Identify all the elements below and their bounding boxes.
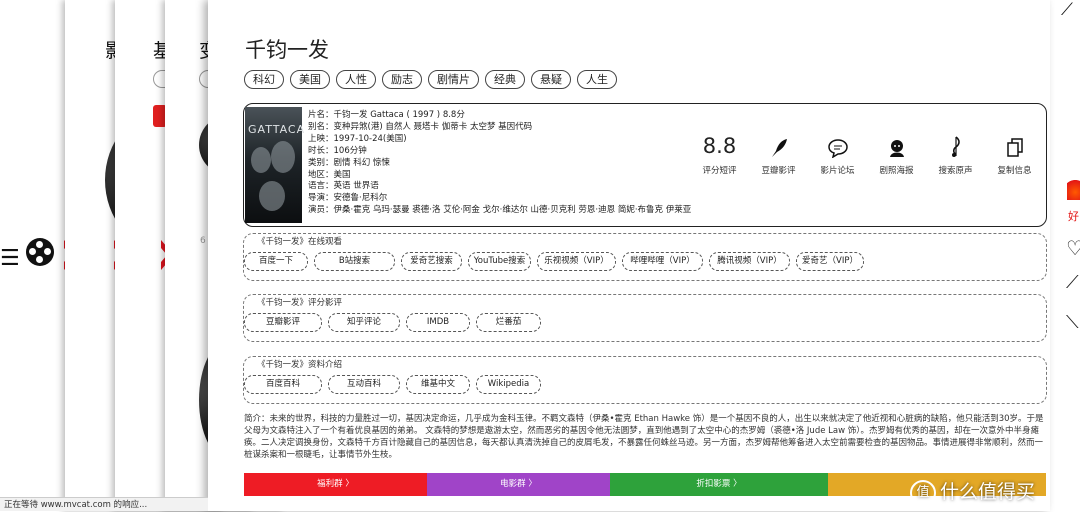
watch-link-button[interactable]: B站搜索 [314,252,395,271]
reference-section: 《千钧一发》资料介绍 百度百科 互动百科 维基中文 Wikipedia [243,356,1047,404]
reference-links: 百度百科 互动百科 维基中文 Wikipedia [244,375,541,394]
watch-link-button[interactable]: 爱奇艺搜索 [401,252,462,271]
copy-info-button[interactable]: 复制信息 [985,104,1044,226]
review-link-button[interactable]: IMDB [406,313,470,332]
action-label: 豆瓣影评 [761,166,796,176]
score-short-review-button[interactable]: 8.8 评分短评 [690,104,749,226]
detail-line: 地区：美国 [308,169,351,180]
watch-link-button[interactable]: 腾讯视频（VIP） [709,252,790,271]
detail-line: 别名：变种异煞(港) 自然人 聂塔卡 伽蒂卡 太空梦 基因代码 [308,121,533,132]
movie-summary: 简介：未来的世界，科技的力量胜过一切，基因决定命运，几乎成为金科玉律。不羁文森特… [244,414,1044,460]
reference-link-button[interactable]: 互动百科 [328,375,400,394]
section-heading: 《千钧一发》在线观看 [257,237,343,247]
detail-line: 上映：1997-10-24(美国) [308,133,407,144]
genre-tags: 科幻 美国 人性 励志 剧情片 经典 悬疑 人生 [244,70,617,89]
portrait-icon [889,140,904,157]
detail-line: 导演：安德鲁·尼科尔 [308,193,388,204]
forum-button[interactable]: 影片论坛 [808,104,867,226]
genre-tag[interactable]: 美国 [290,70,330,89]
stills-posters-button[interactable]: 剧照海报 [867,104,926,226]
detail-line: 演员：伊桑·霍克 乌玛·瑟曼 裘德·洛 艾伦·阿金 戈尔·维达尔 山德·贝克利 … [308,205,692,216]
reference-link-button[interactable]: Wikipedia [476,375,541,394]
watch-online-links: 百度一下 B站搜索 爱奇艺搜索 YouTube搜索 乐视视频（VIP） 哔哩哔哩… [244,252,864,271]
detail-line: 语言：英语 世界语 [308,181,379,192]
fire-icon[interactable] [1067,174,1080,200]
action-label: 剧照海报 [879,166,914,176]
film-reel-icon [26,238,54,266]
heart-icon[interactable]: ♡ [1066,236,1080,260]
genre-tag[interactable]: 经典 [485,70,525,89]
section-heading: 《千钧一发》资料介绍 [257,360,343,370]
movie-title: 千钧一发 [245,38,329,62]
action-label: 搜索原声 [938,166,973,176]
feather-pen-icon [771,139,787,157]
action-label: 影片论坛 [820,166,855,176]
watch-link-button[interactable]: 百度一下 [244,252,308,271]
movie-actions: 8.8 评分短评 豆瓣影评 影片论坛 剧照海报 搜索原声 复制信息 [690,104,1046,226]
poster-title-text: GATTACA [248,123,306,136]
review-links: 豆瓣影评 知乎评论 IMDB 烂番茄 [244,313,541,332]
movie-info-card: GATTACA 片名：千钧一发 Gattaca ( 1997 ) 8.8分 别名… [243,103,1047,227]
chevron-down-icon[interactable]: ⟍ [1066,312,1079,333]
watermark-badge-icon: 值 [910,479,936,506]
watermark: 值什么值得买 [910,477,1035,506]
background-card-number: 6 [200,236,206,246]
action-label: 评分短评 [702,166,737,176]
welfare-group-button[interactable]: 福利群 〉 [244,473,427,496]
genre-tag[interactable]: 励志 [382,70,422,89]
reference-link-button[interactable]: 维基中文 [406,375,470,394]
genre-tag[interactable]: 人性 [336,70,376,89]
reviews-section: 《千钧一发》评分影评 豆瓣影评 知乎评论 IMDB 烂番茄 [243,294,1047,342]
review-link-button[interactable]: 烂番茄 [476,313,541,332]
detail-line: 片名：千钧一发 Gattaca ( 1997 ) 8.8分 [308,110,465,120]
movie-details-list: 片名：千钧一发 Gattaca ( 1997 ) 8.8分 别名：变种异煞(港)… [308,110,691,217]
detail-line: 时长：106分钟 [308,145,367,156]
genre-tag[interactable]: 人生 [577,70,617,89]
douban-score: 8.8 [702,134,737,158]
review-link-button[interactable]: 豆瓣影评 [244,313,322,332]
hamburger-menu-icon[interactable]: ☰ [0,246,20,271]
chat-bubble-icon [827,139,848,158]
watch-link-button[interactable]: 乐视视频（VIP） [537,252,616,271]
copy-icon [1006,138,1023,157]
close-corner-icon[interactable]: ⟋ [1061,0,1073,20]
movie-detail-panel: 千钧一发 科幻 美国 人性 励志 剧情片 经典 悬疑 人生 GATTACA 片名… [208,0,1050,511]
genre-tag[interactable]: 科幻 [244,70,284,89]
browser-status-bar: 正在等待 www.mvcat.com 的响应... [0,497,208,511]
chevron-up-icon[interactable]: ⟋ [1066,272,1079,293]
watermark-text: 什么值得买 [940,481,1036,503]
watch-link-button[interactable]: 哔哩哔哩（VIP） [622,252,703,271]
search-soundtrack-button[interactable]: 搜索原声 [926,104,985,226]
watch-link-button[interactable]: 爱奇艺（VIP） [796,252,864,271]
hot-label: 好 [1068,210,1079,223]
watch-link-button[interactable]: YouTube搜索 [468,252,531,271]
genre-tag[interactable]: 悬疑 [531,70,571,89]
douban-review-button[interactable]: 豆瓣影评 [749,104,808,226]
movie-poster[interactable]: GATTACA [245,107,306,223]
section-heading: 《千钧一发》评分影评 [257,298,343,308]
action-label: 复制信息 [997,166,1032,176]
detail-line: 类别：剧情 科幻 惊悚 [308,157,390,168]
genre-tag[interactable]: 剧情片 [428,70,479,89]
review-link-button[interactable]: 知乎评论 [328,313,400,332]
music-note-icon [951,136,960,157]
movie-group-button[interactable]: 电影群 〉 [427,473,610,496]
reference-link-button[interactable]: 百度百科 [244,375,322,394]
watch-online-section: 《千钧一发》在线观看 百度一下 B站搜索 爱奇艺搜索 YouTube搜索 乐视视… [243,233,1047,281]
discount-ticket-button[interactable]: 折扣影票 〉 [610,473,828,496]
